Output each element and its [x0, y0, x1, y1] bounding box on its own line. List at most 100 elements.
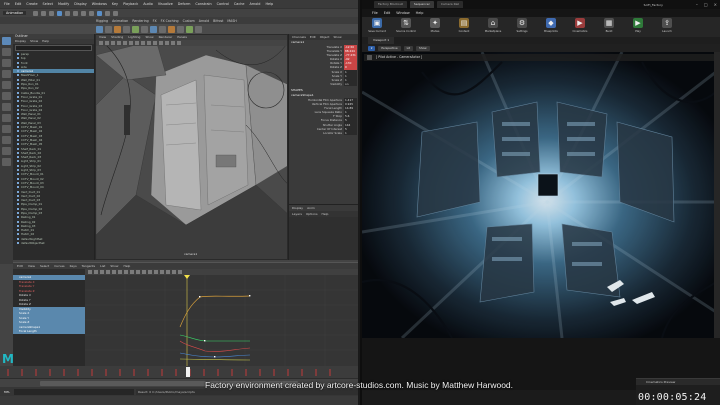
shelf-tool-constraint-icon[interactable]: [177, 25, 184, 33]
center-current-icon[interactable]: [118, 270, 122, 274]
lights-icon[interactable]: [159, 41, 163, 45]
channel-attr-value[interactable]: on: [344, 81, 357, 86]
outliner-layout-icon[interactable]: [2, 158, 11, 166]
channel-box-menu-item-2[interactable]: Object: [320, 34, 330, 40]
mode-set-dropdown[interactable]: Animation: [3, 11, 27, 15]
maya-menu-item-8[interactable]: Playback: [123, 2, 138, 6]
shelf-tool-trax-icon[interactable]: [132, 25, 139, 33]
maximize-icon[interactable]: □: [704, 2, 708, 7]
maya-menu-item-3[interactable]: Select: [43, 2, 53, 6]
ue-toolbar-button[interactable]: ▶ Play: [626, 18, 650, 37]
spline-tangent-icon[interactable]: [130, 270, 134, 274]
shelf-tab-5[interactable]: Custom: [183, 19, 195, 23]
maya-menu-item-9[interactable]: Audio: [143, 2, 153, 6]
outliner-row[interactable]: defaultObjectSet: [13, 241, 94, 245]
scale-tool-icon[interactable]: [2, 92, 11, 100]
ue-toolbar-button[interactable]: ⇪ Launch: [655, 18, 679, 37]
maya-menu-item-16[interactable]: Help: [265, 2, 273, 6]
shelf-tool-key-icon[interactable]: [96, 25, 103, 33]
graph-editor-menu-item-1[interactable]: View: [28, 263, 35, 269]
last-tool-icon[interactable]: [2, 103, 11, 111]
layer-menu-item-0[interactable]: Layers: [292, 211, 302, 217]
maya-menu-item-12[interactable]: Constrain: [195, 2, 211, 6]
insert-key-icon[interactable]: [94, 270, 98, 274]
select-by-hierarchy-icon[interactable]: [57, 10, 63, 16]
shelf-tab-7[interactable]: Bifrost: [213, 19, 223, 23]
maya-menu-item-14[interactable]: Cache: [234, 2, 245, 6]
eject-pilot-icon[interactable]: [367, 55, 372, 60]
auto-tangent-icon[interactable]: [124, 270, 128, 274]
graph-editor-menu-item-0[interactable]: Edit: [17, 263, 23, 269]
ue-toolbar-button[interactable]: ⚙ Settings: [510, 18, 534, 37]
rotate-tool-icon[interactable]: [2, 81, 11, 89]
new-scene-icon[interactable]: [33, 10, 39, 16]
step-tangent-icon[interactable]: [154, 270, 158, 274]
linear-tangent-icon[interactable]: [142, 270, 146, 274]
channel-attr-row[interactable]: Locator Scale 1: [289, 130, 358, 135]
snap-grid-icon[interactable]: [73, 10, 79, 16]
isolate-icon[interactable]: [177, 41, 181, 45]
select-tool-icon[interactable]: [2, 37, 11, 45]
viewport-mode-button[interactable]: Show: [416, 45, 430, 51]
ue-toolbar-button[interactable]: ▦ Build: [597, 18, 621, 37]
outliner-menu-item-1[interactable]: Show: [30, 39, 38, 44]
save-scene-icon[interactable]: [49, 10, 55, 16]
shelf-tab-0[interactable]: Rigging: [96, 19, 108, 23]
resolution-gate-icon[interactable]: [135, 41, 139, 45]
close-icon[interactable]: ×: [714, 2, 717, 7]
outliner-menu-item-0[interactable]: Display: [15, 39, 26, 44]
maya-menu-item-2[interactable]: Create: [26, 2, 37, 6]
ue-toolbar-button[interactable]: ✦ Modes: [423, 18, 447, 37]
grid-icon[interactable]: [123, 41, 127, 45]
mel-label[interactable]: MEL: [0, 390, 14, 394]
ue-level-tab[interactable]: Camera Rail: [436, 1, 464, 8]
shelf-tool-ghost-icon[interactable]: [141, 25, 148, 33]
four-view-icon[interactable]: [2, 125, 11, 133]
time-slider[interactable]: [0, 366, 358, 378]
smooth-shade-icon[interactable]: [147, 41, 151, 45]
outliner-search-input[interactable]: [15, 45, 92, 51]
minimize-icon[interactable]: –: [696, 2, 698, 7]
ue-toolbar-button[interactable]: ◆ Blueprints: [539, 18, 563, 37]
clamped-tangent-icon[interactable]: [136, 270, 140, 274]
graph-editor-canvas[interactable]: [85, 275, 358, 366]
image-plane-icon[interactable]: [117, 41, 121, 45]
shelf-tab-3[interactable]: FX: [153, 19, 157, 23]
ue-level-tab[interactable]: Factory Blockout: [374, 1, 407, 8]
shelf-tab-2[interactable]: Rendering: [132, 19, 148, 23]
render-settings-icon[interactable]: [113, 10, 119, 16]
move-tool-icon[interactable]: [2, 70, 11, 78]
shelf-tab-8[interactable]: MASH: [227, 19, 236, 23]
layer-menu-item-1[interactable]: Options: [306, 211, 318, 217]
persp-graph-icon[interactable]: [2, 147, 11, 155]
move-key-icon[interactable]: [88, 270, 92, 274]
persp-outliner-icon[interactable]: [2, 136, 11, 144]
shelf-tool-motion-trail-icon[interactable]: [150, 25, 157, 33]
plateau-tangent-icon[interactable]: [160, 270, 164, 274]
ue-toolbar-button[interactable]: ⇅ Source Control: [394, 18, 418, 37]
unify-tangent-icon[interactable]: [172, 270, 176, 274]
ue-level-tab[interactable]: Sequencer: [409, 1, 434, 8]
maya-menu-item-13[interactable]: Control: [217, 2, 229, 6]
graph-editor-menu-item-4[interactable]: Keys: [70, 263, 77, 269]
ue-toolbar-button[interactable]: ⌂ Marketplace: [481, 18, 505, 37]
viewport-tab[interactable]: Viewport 1: [368, 37, 395, 44]
command-input[interactable]: [14, 388, 134, 395]
shelf-tool-breakdown-icon[interactable]: [105, 25, 112, 33]
lattice-deform-icon[interactable]: [100, 270, 104, 274]
maya-menu-item-0[interactable]: File: [4, 2, 10, 6]
snap-curve-icon[interactable]: [81, 10, 87, 16]
render-icon[interactable]: [97, 10, 103, 16]
shelf-tool-graph-icon[interactable]: [114, 25, 121, 33]
maya-menu-item-6[interactable]: Windows: [92, 2, 107, 6]
flat-tangent-icon[interactable]: [148, 270, 152, 274]
film-gate-icon[interactable]: [129, 41, 133, 45]
wireframe-icon[interactable]: [141, 41, 145, 45]
frame-playback-icon[interactable]: [112, 270, 116, 274]
shelf-tool-dopesheet-icon[interactable]: [123, 25, 130, 33]
viewport-mode-button[interactable]: Lit: [403, 45, 414, 51]
single-view-icon[interactable]: [2, 114, 11, 122]
textured-icon[interactable]: [153, 41, 157, 45]
frame-all-icon[interactable]: [106, 270, 110, 274]
snap-point-icon[interactable]: [89, 10, 95, 16]
